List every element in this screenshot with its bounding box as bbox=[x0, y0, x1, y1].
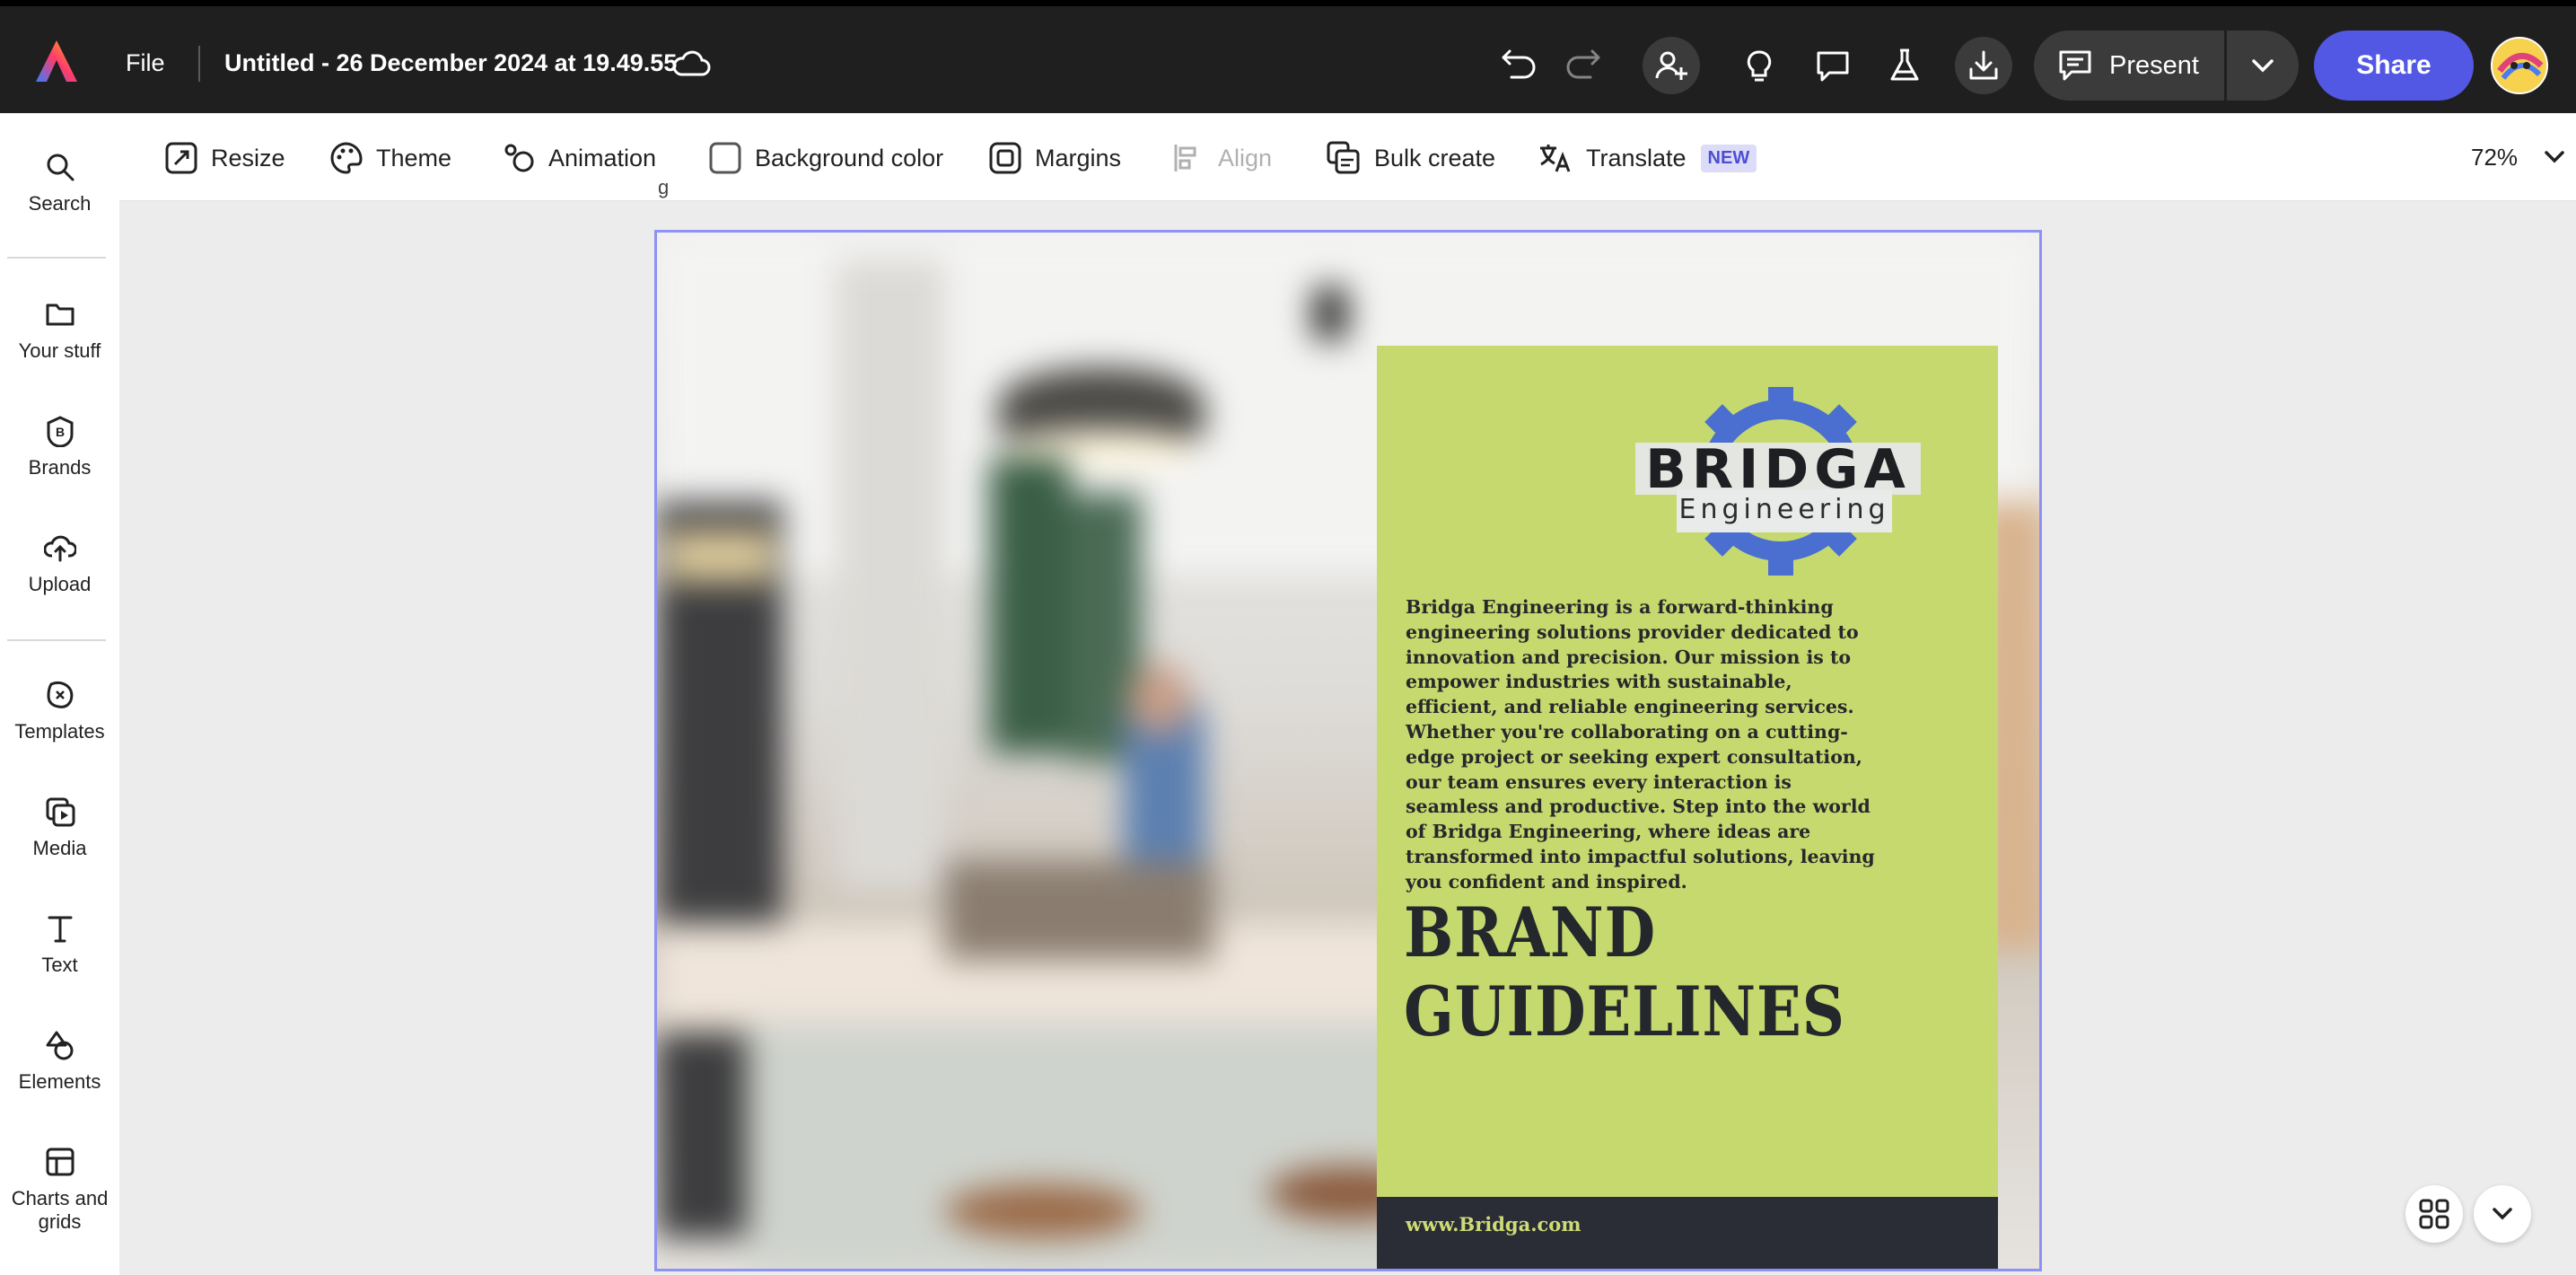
animation-button[interactable]: Animation bbox=[500, 138, 656, 178]
brand-panel[interactable]: BRIDGA Engineering Bridga Engineering is… bbox=[1377, 346, 1998, 1269]
search-icon bbox=[47, 154, 74, 181]
folder-icon bbox=[46, 303, 74, 326]
animation-icon bbox=[504, 144, 534, 172]
invite-button[interactable] bbox=[1643, 37, 1700, 94]
sidebar-item-label: Search bbox=[28, 192, 92, 215]
resize-label: Resize bbox=[211, 144, 285, 171]
bulk-create-button[interactable]: Bulk create bbox=[1326, 138, 1495, 178]
sidebar-divider bbox=[7, 639, 106, 641]
sidebar-item-templates[interactable]: Templates bbox=[0, 679, 119, 743]
bulk-create-label: Bulk create bbox=[1374, 144, 1496, 171]
present-icon bbox=[2059, 50, 2091, 81]
elements-icon bbox=[46, 1031, 73, 1060]
sidebar-item-elements[interactable]: Elements bbox=[0, 1029, 119, 1094]
resize-button[interactable]: Resize bbox=[164, 138, 285, 178]
margins-icon bbox=[989, 142, 1021, 174]
media-icon bbox=[46, 797, 74, 827]
logo-subtitle: Engineering bbox=[1677, 489, 1892, 532]
align-button[interactable]: Align bbox=[1171, 138, 1272, 178]
translate-button[interactable]: Translate NEW bbox=[1538, 138, 1757, 178]
redo-icon[interactable] bbox=[1564, 46, 1601, 82]
new-badge: NEW bbox=[1700, 144, 1757, 172]
file-menu-button[interactable]: File bbox=[126, 49, 165, 77]
about-paragraph[interactable]: Bridga Engineering is a forward-thinking… bbox=[1406, 595, 1890, 895]
sidebar-item-media[interactable]: Media bbox=[0, 796, 119, 860]
chevron-down-icon bbox=[2252, 59, 2274, 73]
sidebar-item-your-stuff[interactable]: Your stuff bbox=[0, 298, 119, 363]
adobe-express-logo[interactable] bbox=[34, 39, 79, 84]
templates-icon bbox=[46, 681, 73, 708]
sidebar-item-label: Templates bbox=[14, 720, 105, 743]
translate-icon bbox=[1540, 145, 1571, 172]
panel-footer[interactable]: www.Bridga.com bbox=[1377, 1197, 1998, 1269]
avatar[interactable] bbox=[2491, 37, 2548, 94]
toolbar: Resize Theme Animation Background color … bbox=[119, 113, 2576, 201]
present-options-button[interactable] bbox=[2227, 31, 2299, 101]
palette-icon bbox=[330, 142, 363, 174]
sidebar-item-charts-and-grids[interactable]: Charts and grids bbox=[0, 1146, 119, 1234]
share-button[interactable]: Share bbox=[2314, 31, 2474, 101]
flask-icon[interactable] bbox=[1888, 48, 1921, 84]
sidebar-item-label: Brands bbox=[28, 456, 92, 479]
theme-label: Theme bbox=[376, 144, 452, 171]
page-label: g bbox=[658, 176, 670, 198]
sidebar-item-brands[interactable]: B Brands bbox=[0, 415, 119, 479]
website-url: www.Bridga.com bbox=[1406, 1213, 1582, 1235]
svg-text:B: B bbox=[55, 425, 64, 439]
sidebar-item-label: Your stuff bbox=[18, 339, 101, 362]
left-sidebar: Search Your stuff B Brands Upload Templa… bbox=[0, 113, 119, 1275]
cloud-icon[interactable] bbox=[671, 48, 711, 80]
align-icon bbox=[1174, 145, 1196, 171]
text-icon bbox=[48, 916, 72, 943]
present-button[interactable]: Present bbox=[2034, 31, 2224, 101]
expand-pages-button[interactable] bbox=[2474, 1185, 2531, 1243]
margins-label: Margins bbox=[1035, 144, 1122, 171]
theme-button[interactable]: Theme bbox=[329, 138, 451, 178]
headline-line-2: GUIDELINES bbox=[1404, 972, 1845, 1051]
checkbox-icon bbox=[709, 142, 741, 174]
zoom-level[interactable]: 72% bbox=[2471, 144, 2518, 171]
add-person-icon bbox=[1655, 51, 1687, 80]
grid-icon bbox=[2419, 1199, 2449, 1229]
top-bar: File Untitled - 26 December 2024 at 19.4… bbox=[0, 0, 2576, 113]
sidebar-divider bbox=[7, 257, 106, 259]
canvas-area[interactable]: g BRIDGA Engineering Bridga Engineering … bbox=[119, 176, 2576, 1275]
sidebar-item-label: Charts and grids bbox=[11, 1187, 109, 1233]
sidebar-item-text[interactable]: Text bbox=[0, 912, 119, 977]
sidebar-item-label: Text bbox=[41, 954, 78, 976]
lightbulb-icon[interactable] bbox=[1743, 49, 1775, 84]
translate-label: Translate bbox=[1586, 144, 1687, 171]
background-color-label: Background color bbox=[755, 144, 944, 171]
upload-icon bbox=[43, 535, 76, 562]
undo-icon[interactable] bbox=[1501, 46, 1538, 82]
background-color-button[interactable]: Background color bbox=[708, 138, 943, 178]
margins-button[interactable]: Margins bbox=[988, 138, 1121, 178]
chevron-down-icon bbox=[2493, 1208, 2512, 1220]
align-label: Align bbox=[1218, 144, 1273, 171]
headline-line-1: BRAND bbox=[1404, 892, 1657, 972]
download-icon bbox=[1969, 50, 1998, 80]
headline[interactable]: BRAND GUIDELINES bbox=[1404, 893, 1845, 1051]
sidebar-item-upload[interactable]: Upload bbox=[0, 532, 119, 596]
bulk-create-icon bbox=[1327, 141, 1360, 174]
present-label: Present bbox=[2109, 50, 2199, 80]
document-title[interactable]: Untitled - 26 December 2024 at 19.49.55 bbox=[224, 49, 677, 77]
animation-label: Animation bbox=[548, 144, 657, 171]
sidebar-item-label: Elements bbox=[18, 1070, 101, 1093]
resize-icon bbox=[165, 142, 197, 174]
chevron-down-icon[interactable] bbox=[2543, 149, 2566, 165]
brand-icon: B bbox=[47, 416, 73, 447]
sidebar-item-search[interactable]: Search bbox=[0, 151, 119, 215]
sidebar-item-label: Media bbox=[32, 837, 87, 859]
download-button[interactable] bbox=[1955, 37, 2012, 94]
grid-view-button[interactable] bbox=[2405, 1185, 2463, 1243]
comment-icon[interactable] bbox=[1815, 49, 1851, 84]
divider bbox=[198, 46, 200, 82]
artboard[interactable]: BRIDGA Engineering Bridga Engineering is… bbox=[654, 230, 2042, 1271]
charts-grids-icon bbox=[46, 1148, 74, 1176]
sidebar-item-label: Upload bbox=[28, 573, 92, 595]
